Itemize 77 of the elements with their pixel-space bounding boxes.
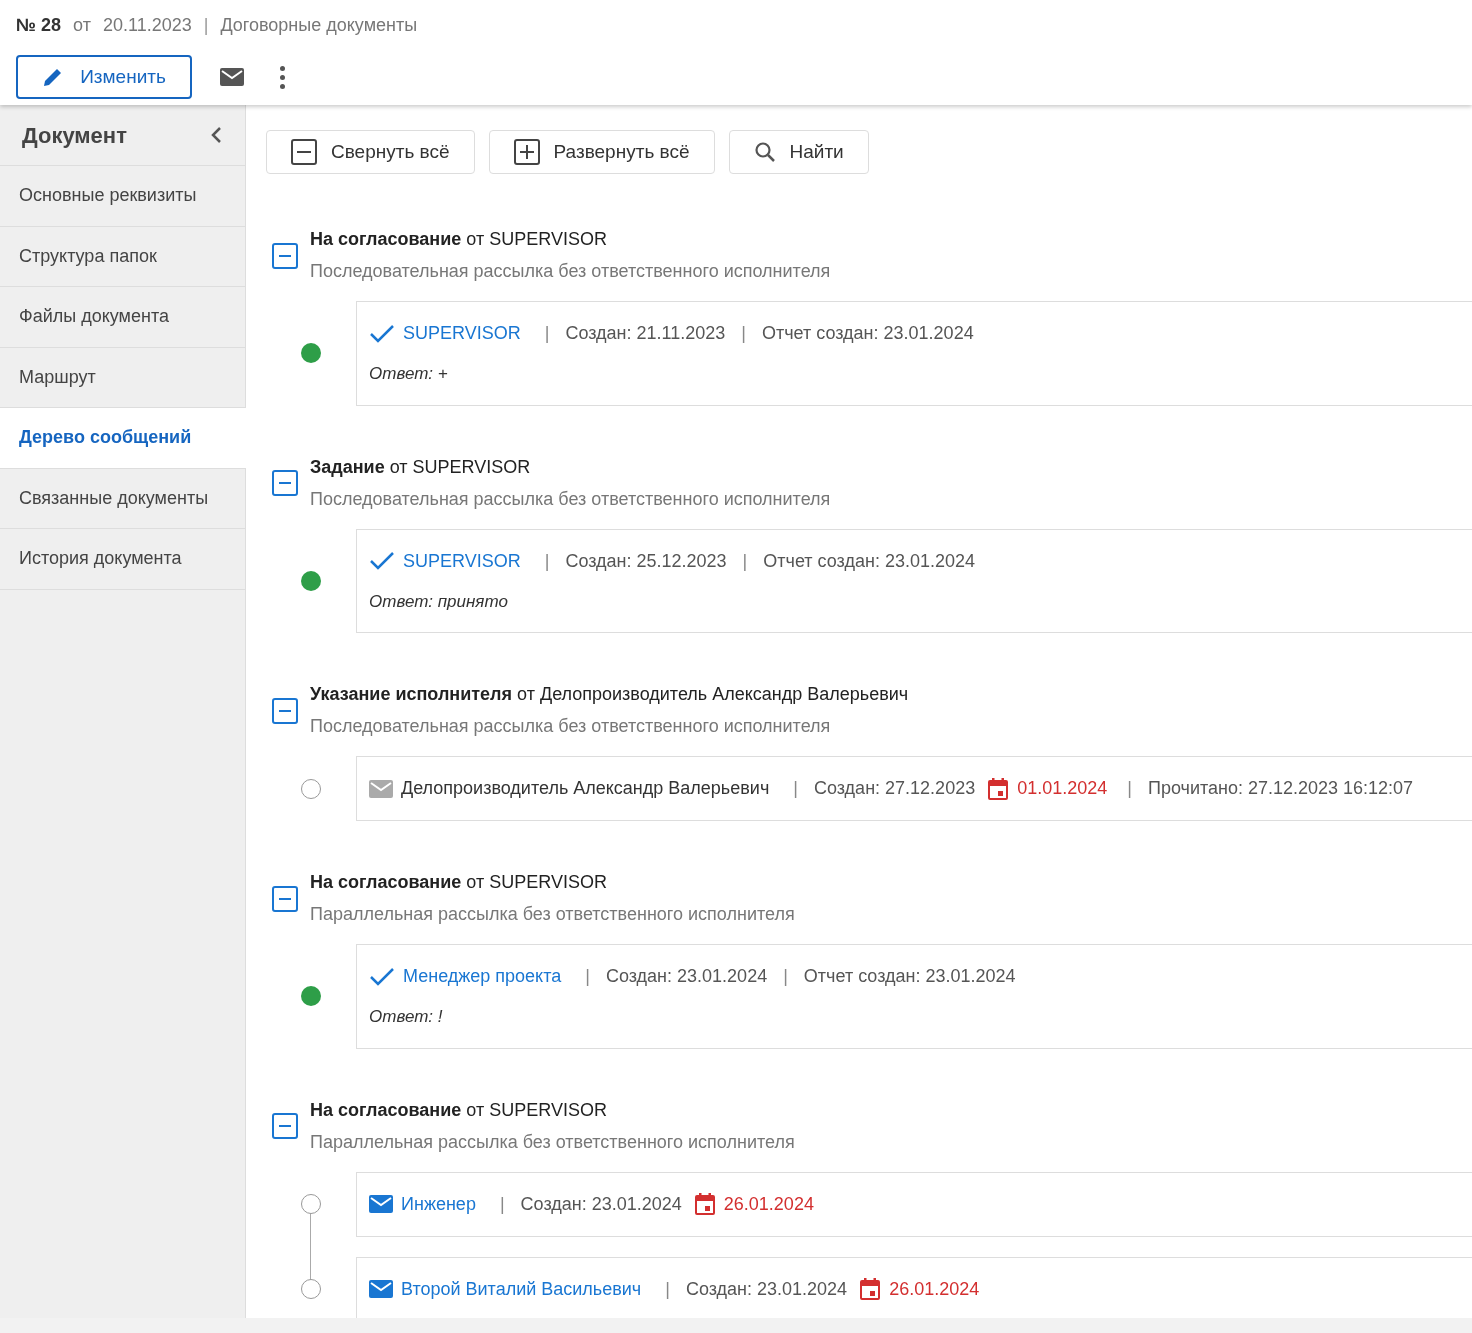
check-icon <box>369 966 395 987</box>
document-number: № 28 <box>16 14 62 37</box>
separator: | <box>741 322 746 345</box>
sidebar-item[interactable]: Основные реквизиты <box>0 166 245 227</box>
search-icon <box>753 141 776 163</box>
recipient-link[interactable]: SUPERVISOR <box>403 547 521 575</box>
group-title: На согласование от SUPERVISOR <box>310 228 608 251</box>
mail-icon <box>369 1280 393 1298</box>
group-title: Задание от SUPERVISOR <box>310 455 532 479</box>
message-info: Создан: 23.01.2024 <box>520 1192 682 1216</box>
mail-icon <box>220 68 244 86</box>
separator: | <box>544 549 550 573</box>
collapse-toggle[interactable] <box>272 885 298 912</box>
separator: | <box>793 777 798 800</box>
group-subtitle: Параллельная рассылка без ответственного исполнителя <box>310 903 795 926</box>
deadline-date: 01.01.2024 <box>1017 777 1108 800</box>
message-info: Прочитано: 27.12.2023 16:12:07 <box>1147 777 1414 800</box>
separator: | <box>665 1277 670 1301</box>
group-title: На согласование от SUPERVISOR <box>310 871 608 894</box>
message-info: Отчет создан: 23.01.2024 <box>761 322 974 345</box>
group-subtitle: Последовательная рассылка без ответственного исполнителя <box>310 260 831 283</box>
edit-button[interactable]: Изменить <box>16 55 192 99</box>
plus-square-icon <box>513 139 540 165</box>
calendar-icon <box>859 1277 882 1301</box>
search-button[interactable]: Найти <box>728 130 869 174</box>
answer-text: Ответ: + <box>369 363 449 385</box>
deadline-date: 26.01.2024 <box>889 1277 980 1301</box>
message-info: Создан: 21.11.2023 <box>565 322 726 345</box>
recipient-link[interactable]: Менеджер проекта <box>403 963 562 990</box>
expand-button[interactable]: Развернуть всё <box>488 130 715 174</box>
from-label: от <box>73 14 91 37</box>
recipient-link[interactable]: SUPERVISOR <box>403 320 521 347</box>
group-subtitle: Последовательная рассылка без ответственного исполнителя <box>310 715 832 738</box>
sidebar-item[interactable]: Файлы документа <box>0 287 245 348</box>
deadline-date: 26.01.2024 <box>723 1192 814 1216</box>
message-info: Создан: 23.01.2024 <box>685 1277 848 1301</box>
separator: | <box>499 1192 505 1216</box>
document-category: Договорные документы <box>220 14 418 37</box>
recipient-link[interactable]: Инженер <box>401 1190 476 1218</box>
recipient-link[interactable]: Второй Виталий Васильевич <box>401 1275 642 1303</box>
collapse-toggle[interactable] <box>272 470 298 496</box>
check-icon <box>369 323 395 344</box>
separator: | <box>742 549 748 573</box>
sidebar-item[interactable]: История документа <box>0 529 245 590</box>
message-info: Создан: 23.01.2024 <box>605 965 768 988</box>
mail-icon <box>369 779 393 798</box>
check-icon <box>369 551 395 571</box>
chevron-left-icon[interactable] <box>209 125 223 145</box>
separator: | <box>1127 777 1132 800</box>
message-info: Создан: 25.12.2023 <box>565 549 727 573</box>
calendar-icon <box>987 776 1010 801</box>
message-info: Отчет создан: 23.01.2024 <box>803 965 1016 988</box>
collapse-button[interactable]: Свернуть всё <box>266 130 475 174</box>
answer-text: Ответ: ! <box>369 1006 444 1028</box>
separator: | <box>585 965 590 988</box>
sidebar-item[interactable]: Структура папок <box>0 226 245 287</box>
sidebar-item[interactable]: Связанные документы <box>0 468 245 529</box>
mail-icon <box>369 1195 393 1213</box>
document-date: 20.11.2023 <box>102 14 192 37</box>
sidebar-item[interactable]: Дерево сообщений <box>0 408 246 469</box>
recipient-link[interactable]: Делопроизводитель Александр Валерьевич <box>401 775 770 802</box>
separator: | <box>783 965 788 988</box>
group-subtitle: Параллельная рассылка без ответственного исполнителя <box>310 1130 795 1154</box>
separator: | <box>544 322 550 345</box>
sidebar-title: Документ <box>22 121 127 150</box>
collapse-toggle[interactable] <box>272 1113 298 1139</box>
group-subtitle: Последовательная рассылка без ответственного исполнителя <box>310 487 831 511</box>
answer-text: Ответ: принято <box>369 590 509 613</box>
collapse-toggle[interactable] <box>272 242 298 269</box>
message-info: Отчет создан: 23.01.2024 <box>763 549 975 573</box>
group-title: Указание исполнителя от Делопроизводитель Александр Валерьевич <box>310 683 909 706</box>
calendar-icon <box>693 1192 716 1216</box>
collapse-toggle[interactable] <box>272 697 298 724</box>
message-info: Создан: 27.12.2023 <box>813 777 976 800</box>
minus-square-icon <box>291 139 317 165</box>
separator: | <box>203 14 209 37</box>
group-title: На согласование от SUPERVISOR <box>310 1098 608 1122</box>
